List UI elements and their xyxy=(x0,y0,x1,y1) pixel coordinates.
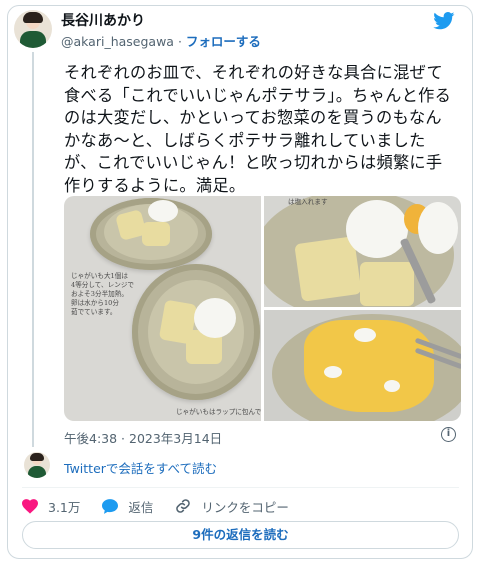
egg-half xyxy=(194,298,236,338)
photo-note-bottom: じゃがいもはラップに包んで xyxy=(176,408,261,416)
divider xyxy=(22,487,459,488)
thread-line xyxy=(32,52,34,447)
photo-potato-egg-closeup[interactable]: は塩入れます xyxy=(264,196,461,307)
like-count: 3.1万 xyxy=(48,499,81,515)
tweet-text: それぞれのお皿で、それぞれの好きな具合に混ぜて食べる「これでいいじゃんポテサラ」… xyxy=(64,63,452,195)
egg-white-piece xyxy=(324,366,342,378)
potato-chunk xyxy=(360,262,414,306)
speech-bubble-icon xyxy=(102,498,119,514)
reply-label: 返信 xyxy=(128,499,154,515)
reader-avatar[interactable] xyxy=(24,452,50,478)
reply-button[interactable]: 返信 xyxy=(102,497,153,516)
author-name[interactable]: 長谷川あかり xyxy=(61,10,145,30)
egg-half xyxy=(148,200,178,222)
info-icon[interactable]: i xyxy=(441,427,456,442)
media-grid[interactable]: じゃがいも大1個は 4等分して、レンジで およそ3分半加熱。 卵は水から10分 … xyxy=(64,196,461,421)
avatar-hair xyxy=(30,453,44,461)
link-icon xyxy=(176,499,191,513)
egg-half xyxy=(418,202,458,254)
photo-note-instructions: じゃがいも大1個は 4等分して、レンジで およそ3分半加熱。 卵は水から10分 … xyxy=(71,272,135,316)
author-handle-row: @akari_hasegawa · フォローする xyxy=(61,31,261,50)
photo-note-top: は塩入れます xyxy=(288,198,328,206)
egg-white-piece xyxy=(384,380,400,392)
like-button[interactable]: 3.1万 xyxy=(22,497,80,516)
action-bar: 3.1万 返信 リンクをコピー xyxy=(22,496,311,516)
egg-white-piece xyxy=(354,328,376,342)
photo-mixed-salad[interactable] xyxy=(264,310,461,421)
photo-two-plates[interactable]: じゃがいも大1個は 4等分して、レンジで およそ3分半加熱。 卵は水から10分 … xyxy=(64,196,261,421)
tweet-timestamp[interactable]: 午後4:38 · 2023年3月14日 xyxy=(64,428,222,447)
copy-link-label: リンクをコピー xyxy=(201,499,289,515)
heart-icon xyxy=(22,498,38,514)
avatar-body xyxy=(28,466,46,478)
author-avatar[interactable] xyxy=(14,10,52,48)
egg-half xyxy=(346,200,408,258)
handle-separator: · xyxy=(177,34,182,49)
author-handle[interactable]: @akari_hasegawa xyxy=(61,34,174,49)
read-replies-button[interactable]: 9件の返信を読む xyxy=(22,521,459,549)
potato-chunk xyxy=(142,222,170,246)
twitter-bird-icon[interactable] xyxy=(433,12,455,30)
avatar-body xyxy=(20,31,46,48)
copy-link-button[interactable]: リンクをコピー xyxy=(175,497,289,516)
follow-button[interactable]: フォローする xyxy=(186,34,261,49)
avatar-hair xyxy=(23,12,43,23)
read-conversation-link[interactable]: Twitterで会話をすべて読む xyxy=(64,458,217,477)
